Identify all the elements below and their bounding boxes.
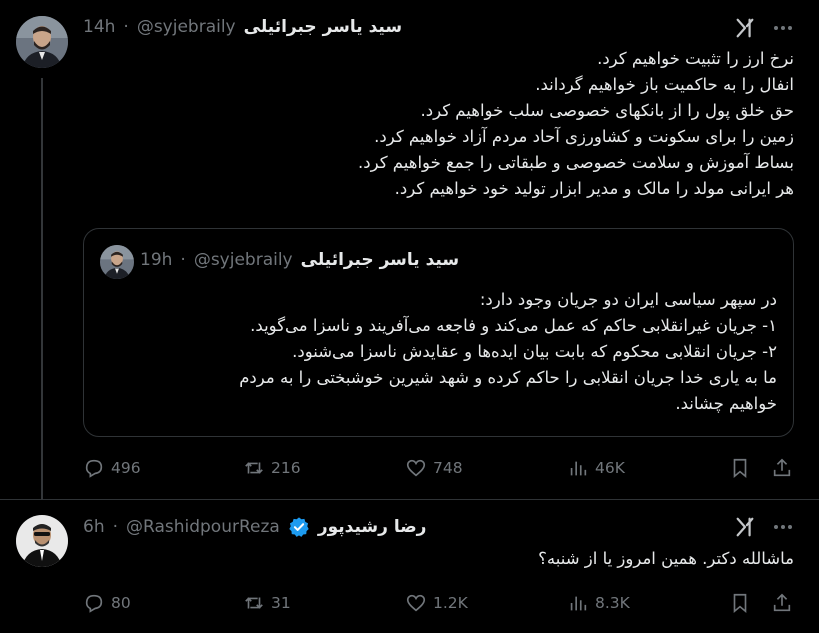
quoted-line: ۲- جریان انقلابی محکوم که بابت بیان ایده… (292, 342, 777, 361)
separator: · (180, 250, 186, 270)
bookmark-icon (733, 593, 747, 614)
reply-button[interactable]: 80 (83, 592, 131, 614)
like-count: 748 (433, 459, 463, 477)
reply-count: 80 (111, 594, 131, 612)
separator: · (112, 517, 118, 537)
quoted-timestamp[interactable]: 19h (140, 250, 172, 270)
quoted-author-handle[interactable]: @syjebraily (194, 250, 293, 270)
tweet-line: ماشالله دکتر. همین امروز یا از شنبه؟ (538, 549, 794, 568)
repost-count: 216 (271, 459, 301, 477)
reply-button[interactable]: 496 (83, 457, 141, 479)
bookmark-icon (733, 458, 747, 479)
views-icon (570, 461, 587, 476)
repost-icon (245, 462, 263, 474)
tweet-reply[interactable]: رضا رشیدپور @RashidpourReza · 6h ماشالله… (0, 500, 819, 633)
like-button[interactable]: 748 (405, 457, 463, 479)
author-avatar[interactable] (16, 515, 68, 567)
like-icon (406, 594, 426, 612)
tweet-header: رضا رشیدپور @RashidpourReza · 6h (83, 516, 426, 538)
avatar-portrait-icon (100, 245, 134, 279)
grok-icon[interactable] (734, 17, 756, 39)
quoted-author-name[interactable]: سید یاسر جبرائیلی (301, 250, 459, 270)
tweet-line: هر ایرانی مولد را مالک و مدیر ابزار تولی… (394, 179, 794, 198)
views-icon (570, 596, 587, 611)
bookmark-button[interactable] (729, 592, 751, 614)
author-handle[interactable]: @RashidpourReza (126, 517, 280, 537)
views-count: 46K (595, 459, 625, 477)
quoted-line: خواهیم چشاند. (675, 394, 777, 413)
tweet-line: نرخ ارز را تثبیت خواهیم کرد. (597, 49, 794, 68)
repost-button[interactable]: 31 (243, 592, 291, 614)
quoted-line: ما به یاری خدا جریان انقلابی را حاکم کرد… (239, 368, 777, 387)
share-icon (773, 593, 791, 612)
quoted-line: در سپهر سیاسی ایران دو جریان وجود دارد: (479, 290, 777, 309)
tweet-line: انفال را به حاکمیت باز خواهیم گرداند. (535, 75, 794, 94)
quoted-tweet[interactable]: سید یاسر جبرائیلی @syjebraily · 19h در س… (83, 228, 794, 437)
separator: · (123, 17, 129, 37)
author-handle[interactable]: @syjebraily (137, 17, 236, 37)
quoted-tweet-text: در سپهر سیاسی ایران دو جریان وجود دارد: … (97, 287, 777, 417)
tweet-line: حق خلق پول را از بانکهای خصوصی سلب خواهی… (420, 101, 794, 120)
tweet-line: بساط آموزش و سلامت خصوصی و طبقاتی را جمع… (358, 153, 794, 172)
author-name[interactable]: سید یاسر جبرائیلی (244, 17, 402, 37)
verified-badge-icon[interactable] (288, 516, 310, 538)
like-count: 1.2K (433, 594, 468, 612)
tweet-main[interactable]: سید یاسر جبرائیلی @syjebraily · 14h نرخ … (0, 0, 819, 500)
tweet-text: نرخ ارز را تثبیت خواهیم کرد. انفال را به… (94, 46, 794, 202)
bookmark-button[interactable] (729, 457, 751, 479)
views-button[interactable]: 8.3K (567, 592, 630, 614)
views-button[interactable]: 46K (567, 457, 625, 479)
views-count: 8.3K (595, 594, 630, 612)
author-avatar[interactable] (16, 16, 68, 68)
author-name[interactable]: رضا رشیدپور (318, 517, 427, 537)
tweet-text: ماشالله دکتر. همین امروز یا از شنبه؟ (94, 546, 794, 572)
quoted-line: ۱- جریان غیرانقلابی حاکم که عمل می‌کند و… (250, 316, 777, 335)
reply-icon (85, 459, 103, 478)
like-icon (406, 459, 426, 477)
reply-icon (85, 594, 103, 613)
more-options-icon[interactable] (772, 516, 794, 538)
tweet-header: سید یاسر جبرائیلی @syjebraily · 14h (83, 17, 402, 37)
avatar-portrait-icon (16, 515, 68, 567)
repost-icon (245, 597, 263, 609)
like-button[interactable]: 1.2K (405, 592, 468, 614)
quoted-tweet-header: سید یاسر جبرائیلی @syjebraily · 19h (140, 250, 459, 270)
timestamp[interactable]: 14h (83, 17, 115, 37)
reply-count: 496 (111, 459, 141, 477)
share-icon (773, 458, 791, 477)
quoted-author-avatar[interactable] (100, 245, 134, 279)
repost-button[interactable]: 216 (243, 457, 301, 479)
tweet-line: زمین را برای سکونت و کشاورزی آحاد مردم آ… (374, 127, 794, 146)
more-options-icon[interactable] (772, 17, 794, 39)
timestamp[interactable]: 6h (83, 517, 105, 537)
share-button[interactable] (771, 592, 793, 614)
share-button[interactable] (771, 457, 793, 479)
repost-count: 31 (271, 594, 291, 612)
grok-icon[interactable] (734, 516, 756, 538)
avatar-portrait-icon (16, 16, 68, 68)
thread-line (41, 78, 43, 500)
